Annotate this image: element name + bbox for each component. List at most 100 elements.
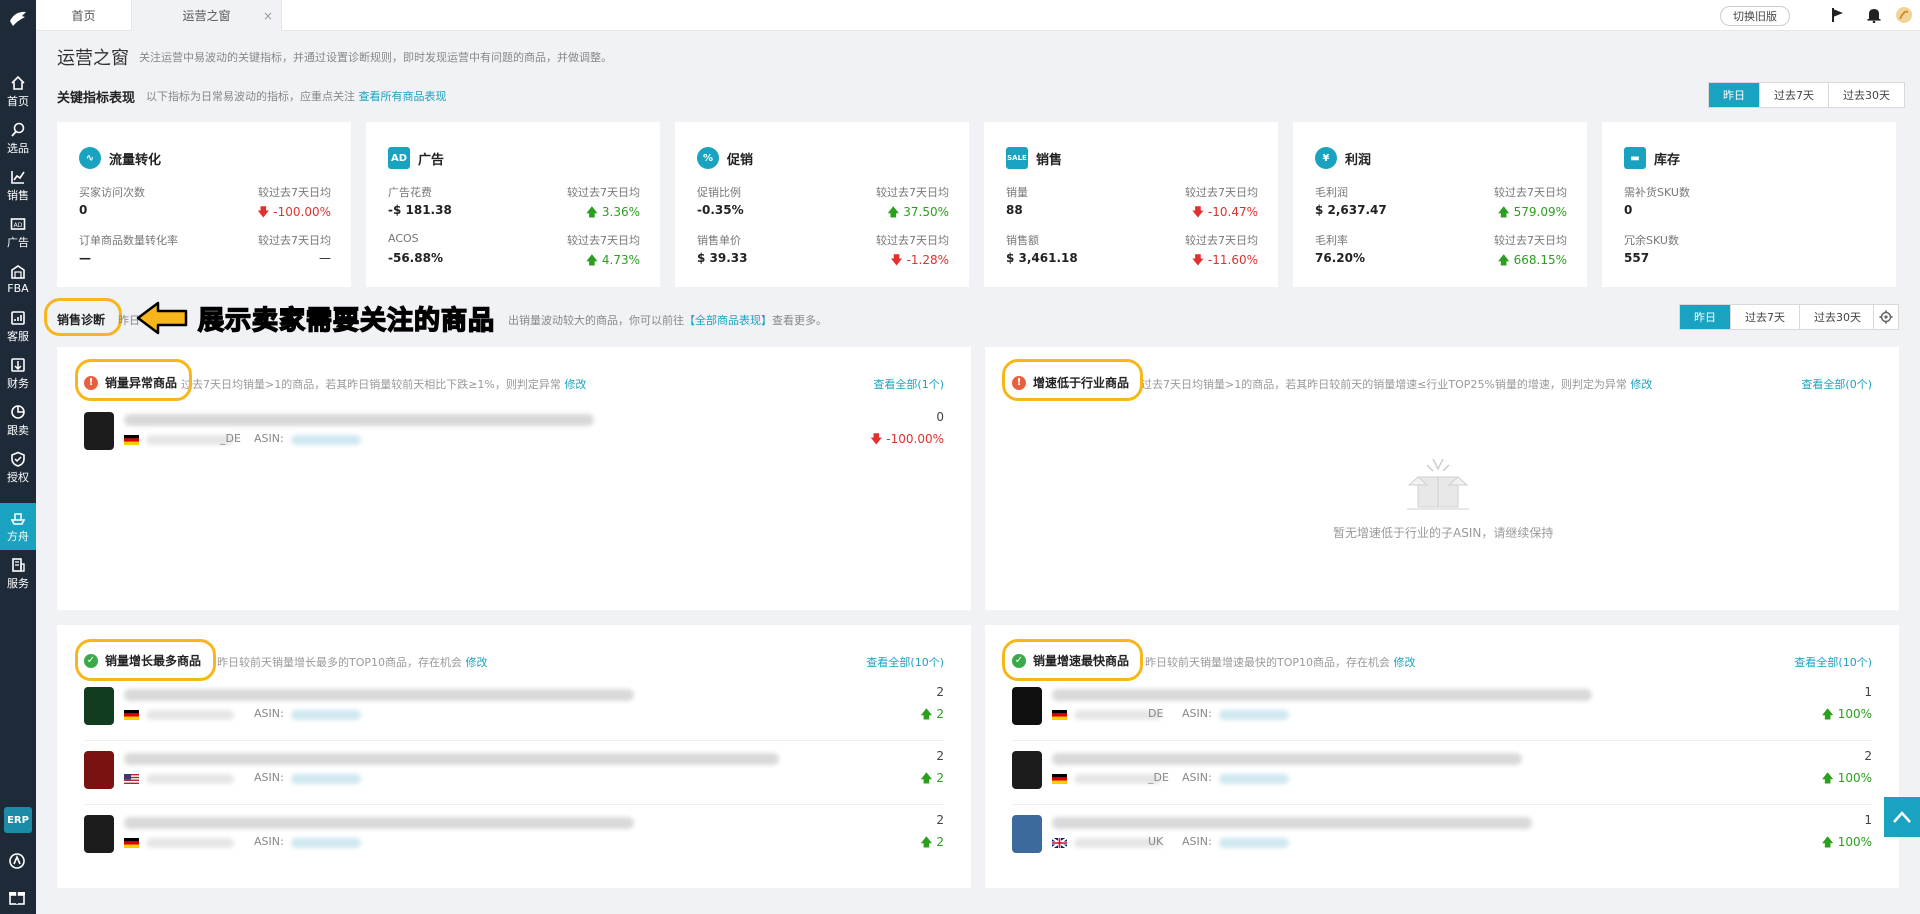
kpi-range-option-0[interactable]: 昨日 <box>1709 83 1760 107</box>
product-title-redacted[interactable] <box>124 689 634 701</box>
kpi-range-option-1[interactable]: 过去7天 <box>1760 83 1829 107</box>
asin-redacted[interactable] <box>291 774 361 784</box>
product-title-redacted[interactable] <box>124 414 594 426</box>
product-thumbnail[interactable] <box>1012 815 1042 853</box>
edit-rule-link[interactable]: 修改 <box>564 378 586 391</box>
close-icon[interactable]: × <box>263 9 273 23</box>
product-thumbnail[interactable] <box>84 687 114 725</box>
product-row[interactable]: DE ASIN: 1 🡅 100% <box>1012 677 1872 741</box>
svg-text:AD: AD <box>14 222 23 229</box>
arrow-up-icon: 🡅 <box>1821 707 1838 721</box>
page-description: 关注运营中易波动的关键指标，并通过设置诊断规则，即时发现运营中有问题的商品，并做… <box>139 51 612 64</box>
sales-change-value: 2 <box>936 707 944 721</box>
product-thumbnail[interactable] <box>84 412 114 450</box>
sales-value: 2 <box>1864 749 1872 763</box>
kpi-range-option-2[interactable]: 过去30天 <box>1829 83 1904 107</box>
view-all-link[interactable]: 查看全部(1个) <box>873 376 944 392</box>
view-all-link[interactable]: 查看全部(0个) <box>1801 376 1872 392</box>
kpi-metric-label: 冗余SKU数 <box>1624 234 1679 247</box>
scroll-to-top-button[interactable] <box>1884 797 1920 837</box>
product-row[interactable]: ASIN: 2 🡅 2 <box>84 677 944 741</box>
app-logo-icon[interactable] <box>0 0 36 36</box>
view-all-link[interactable]: 查看全部(10个) <box>1794 654 1872 670</box>
diag-range-option-1[interactable]: 过去7天 <box>1731 305 1800 329</box>
help-icon[interactable] <box>8 852 26 873</box>
product-row[interactable]: ASIN: 2 🡅 2 <box>84 741 944 805</box>
product-title-redacted[interactable] <box>1052 689 1592 701</box>
sidebar-item-7[interactable]: 跟卖 <box>0 397 36 444</box>
asin-redacted[interactable] <box>291 435 361 445</box>
flag-icon[interactable] <box>1828 5 1848 25</box>
kpi-change-value: 668.15% <box>1513 253 1567 267</box>
tab-home[interactable]: 首页 <box>36 0 132 31</box>
tab-ops-window[interactable]: 运营之窗 × <box>132 0 282 31</box>
bell-icon[interactable] <box>1864 5 1884 25</box>
switch-old-version-button[interactable]: 切换旧版 <box>1720 6 1790 26</box>
product-thumbnail[interactable] <box>1012 751 1042 789</box>
kpi-header: % 促销 <box>697 147 753 169</box>
panel-abnormal-sales: ! 销量异常商品 过去7天日均销量>1的商品，若其昨日销量较前天相比下跌≥1%，则… <box>57 347 971 610</box>
product-title-redacted[interactable] <box>124 753 779 765</box>
sidebar-item-1[interactable]: 选品 <box>0 115 36 162</box>
product-row[interactable]: UK ASIN: 1 🡅 100% <box>1012 805 1872 869</box>
product-row[interactable]: _DE ASIN: 0 🡇 -100.00% <box>84 402 944 466</box>
view-all-products-link[interactable]: 查看所有商品表现 <box>359 90 447 103</box>
sidebar-item-8[interactable]: 授权 <box>0 444 36 491</box>
product-thumbnail[interactable] <box>84 751 114 789</box>
sales-value: 2 <box>936 685 944 699</box>
kpi-metric-value: -56.88% <box>388 251 443 265</box>
sidebar-item-6[interactable]: 财务 <box>0 350 36 397</box>
all-products-link[interactable]: 【全部商品表现】 <box>684 314 772 327</box>
sales-change-value: 2 <box>936 771 944 785</box>
edit-rule-link[interactable]: 修改 <box>466 656 488 669</box>
settings-gear-button[interactable] <box>1873 304 1899 330</box>
panel-description: 昨日较前天销量增速最快的TOP10商品，存在机会 修改 <box>1145 654 1416 670</box>
asin-label: ASIN: <box>254 707 284 720</box>
product-row[interactable]: ASIN: 2 🡅 2 <box>84 805 944 869</box>
product-thumbnail[interactable] <box>84 815 114 853</box>
arrow-up-icon: 🡅 <box>920 835 937 849</box>
erp-button[interactable]: ERP <box>4 807 32 833</box>
asin-redacted[interactable] <box>1219 774 1289 784</box>
sidebar-item-0[interactable]: 首页 <box>0 68 36 115</box>
product-row[interactable]: _DE ASIN: 2 🡅 100% <box>1012 741 1872 805</box>
product-title-redacted[interactable] <box>124 817 634 829</box>
diag-range-option-2[interactable]: 过去30天 <box>1800 305 1875 329</box>
flag-de-icon <box>124 435 139 445</box>
sidebar-item-3[interactable]: AD 广告 <box>0 209 36 256</box>
ark-icon <box>10 512 26 525</box>
sidebar-item-5[interactable]: 客服 <box>0 303 36 350</box>
sales-change: 🡅 2 <box>920 769 944 790</box>
sidebar-item-9[interactable]: 方舟 <box>0 503 36 550</box>
kpi-metric-value: 557 <box>1624 251 1650 265</box>
percent-icon: % <box>697 147 719 169</box>
product-thumbnail[interactable] <box>1012 687 1042 725</box>
sales-value: 2 <box>936 749 944 763</box>
product-title-redacted[interactable] <box>1052 753 1522 765</box>
chevron-up-icon <box>1893 811 1911 823</box>
sidebar-item-4[interactable]: FBA <box>0 256 36 303</box>
view-all-link[interactable]: 查看全部(10个) <box>866 654 944 670</box>
product-title-redacted[interactable] <box>1052 817 1532 829</box>
kpi-metric-label: 广告花费 <box>388 186 432 199</box>
sidebar-item-2[interactable]: 销售 <box>0 162 36 209</box>
edit-rule-link[interactable]: 修改 <box>1630 378 1652 391</box>
gift-icon[interactable] <box>8 888 26 909</box>
kpi-compare-label: 较过去7天日均 <box>567 186 640 199</box>
kpi-metric-label: 销量 <box>1006 186 1028 199</box>
kpi-metric-value: 76.20% <box>1315 251 1365 265</box>
edit-rule-link[interactable]: 修改 <box>1394 656 1416 669</box>
kpi-metric-label: 毛利润 <box>1315 186 1348 199</box>
asin-redacted[interactable] <box>291 710 361 720</box>
kpi-metric-value: $ 2,637.47 <box>1315 203 1387 217</box>
asin-redacted[interactable] <box>1219 838 1289 848</box>
asin-redacted[interactable] <box>1219 710 1289 720</box>
kpi-section-title: 关键指标表现 <box>57 91 136 106</box>
diag-range-option-0[interactable]: 昨日 <box>1680 305 1731 329</box>
user-avatar[interactable] <box>1894 5 1914 25</box>
panel-description: 过去7天日均销量>1的商品，若其昨日销量较前天相比下跌≥1%，则判定异常 修改 <box>181 376 586 392</box>
sidebar-item-10[interactable]: 服务 <box>0 550 36 597</box>
diag-section-description: 出销量波动较大的商品，你可以前往【全部商品表现】查看更多。 <box>508 312 827 328</box>
asin-redacted[interactable] <box>291 838 361 848</box>
kpi-metric-value: — <box>79 251 91 265</box>
